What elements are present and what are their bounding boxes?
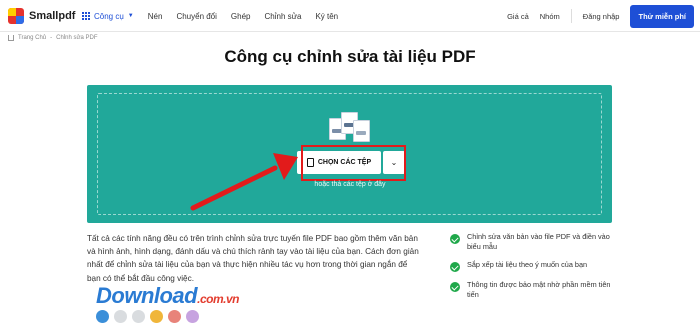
check-icon bbox=[450, 234, 460, 244]
check-icon bbox=[450, 282, 460, 292]
login-link[interactable]: Đăng nhập bbox=[583, 12, 620, 21]
main-nav: Công cụ ▼ Nén Chuyển đổi Ghép Chỉnh sửa … bbox=[82, 0, 338, 32]
feature-item: Chỉnh sửa văn bản vào file PDF và điền v… bbox=[450, 232, 620, 252]
nav-item-edit[interactable]: Chỉnh sửa bbox=[265, 12, 302, 21]
feature-item: Sắp xếp tài liệu theo ý muốn của bạn bbox=[450, 260, 620, 272]
pricing-link[interactable]: Giá cả bbox=[507, 12, 529, 21]
check-icon bbox=[450, 262, 460, 272]
feature-text: Chỉnh sửa văn bản vào file PDF và điền v… bbox=[467, 232, 610, 251]
description-paragraph: Tất cả các tính năng đều có trên trình c… bbox=[87, 234, 419, 283]
breadcrumb-current: Chỉnh sửa PDF bbox=[56, 35, 98, 41]
drop-hint-text: hoặc thả các tệp ở đây bbox=[314, 181, 386, 188]
nav-item-sign[interactable]: Ký tên bbox=[315, 12, 338, 21]
tools-menu-label: Công cụ bbox=[94, 11, 124, 21]
watermark-domain: .com.vn bbox=[197, 292, 239, 306]
watermark-dots bbox=[96, 310, 199, 323]
feature-text: Sắp xếp tài liệu theo ý muốn của bạn bbox=[467, 260, 588, 269]
smallpdf-logo-icon bbox=[8, 8, 24, 24]
page-title: Công cụ chỉnh sửa tài liệu PDF bbox=[224, 47, 476, 66]
files-illustration-icon bbox=[329, 112, 371, 146]
breadcrumb-separator: - bbox=[50, 35, 53, 41]
smallpdf-logo[interactable]: Smallpdf bbox=[8, 8, 75, 24]
feature-item: Thông tin được bảo mật nhờ phần mềm tiên… bbox=[450, 280, 620, 300]
chevron-down-icon: ▼ bbox=[127, 13, 134, 19]
brand-name: Smallpdf bbox=[29, 10, 76, 22]
free-trial-button[interactable]: Thử miễn phí bbox=[630, 4, 694, 28]
top-navigation-bar: Smallpdf Công cụ ▼ Nén Chuyển đổi Ghép C… bbox=[0, 0, 700, 32]
watermark-logo: Download.com.vn bbox=[96, 283, 239, 309]
tools-menu-button[interactable]: Công cụ ▼ bbox=[82, 12, 134, 21]
breadcrumb: Trang Chủ - Chỉnh sửa PDF bbox=[8, 35, 98, 41]
feature-list: Chỉnh sửa văn bản vào file PDF và điền v… bbox=[450, 232, 620, 308]
nav-divider bbox=[570, 9, 572, 23]
breadcrumb-home[interactable]: Trang Chủ bbox=[18, 35, 46, 41]
watermark-text: Download bbox=[96, 283, 198, 308]
teams-link[interactable]: Nhóm bbox=[540, 12, 560, 21]
feature-text: Thông tin được bảo mật nhờ phần mềm tiên… bbox=[467, 280, 611, 299]
nav-item-convert[interactable]: Chuyển đổi bbox=[176, 12, 216, 21]
nav-item-merge[interactable]: Ghép bbox=[231, 12, 251, 21]
annotation-highlight-box bbox=[301, 145, 406, 181]
home-icon bbox=[8, 35, 14, 41]
nav-item-compress[interactable]: Nén bbox=[148, 12, 163, 21]
grid-icon bbox=[82, 12, 90, 20]
account-nav: Giá cả Nhóm Đăng nhập Thử miễn phí bbox=[507, 0, 694, 32]
